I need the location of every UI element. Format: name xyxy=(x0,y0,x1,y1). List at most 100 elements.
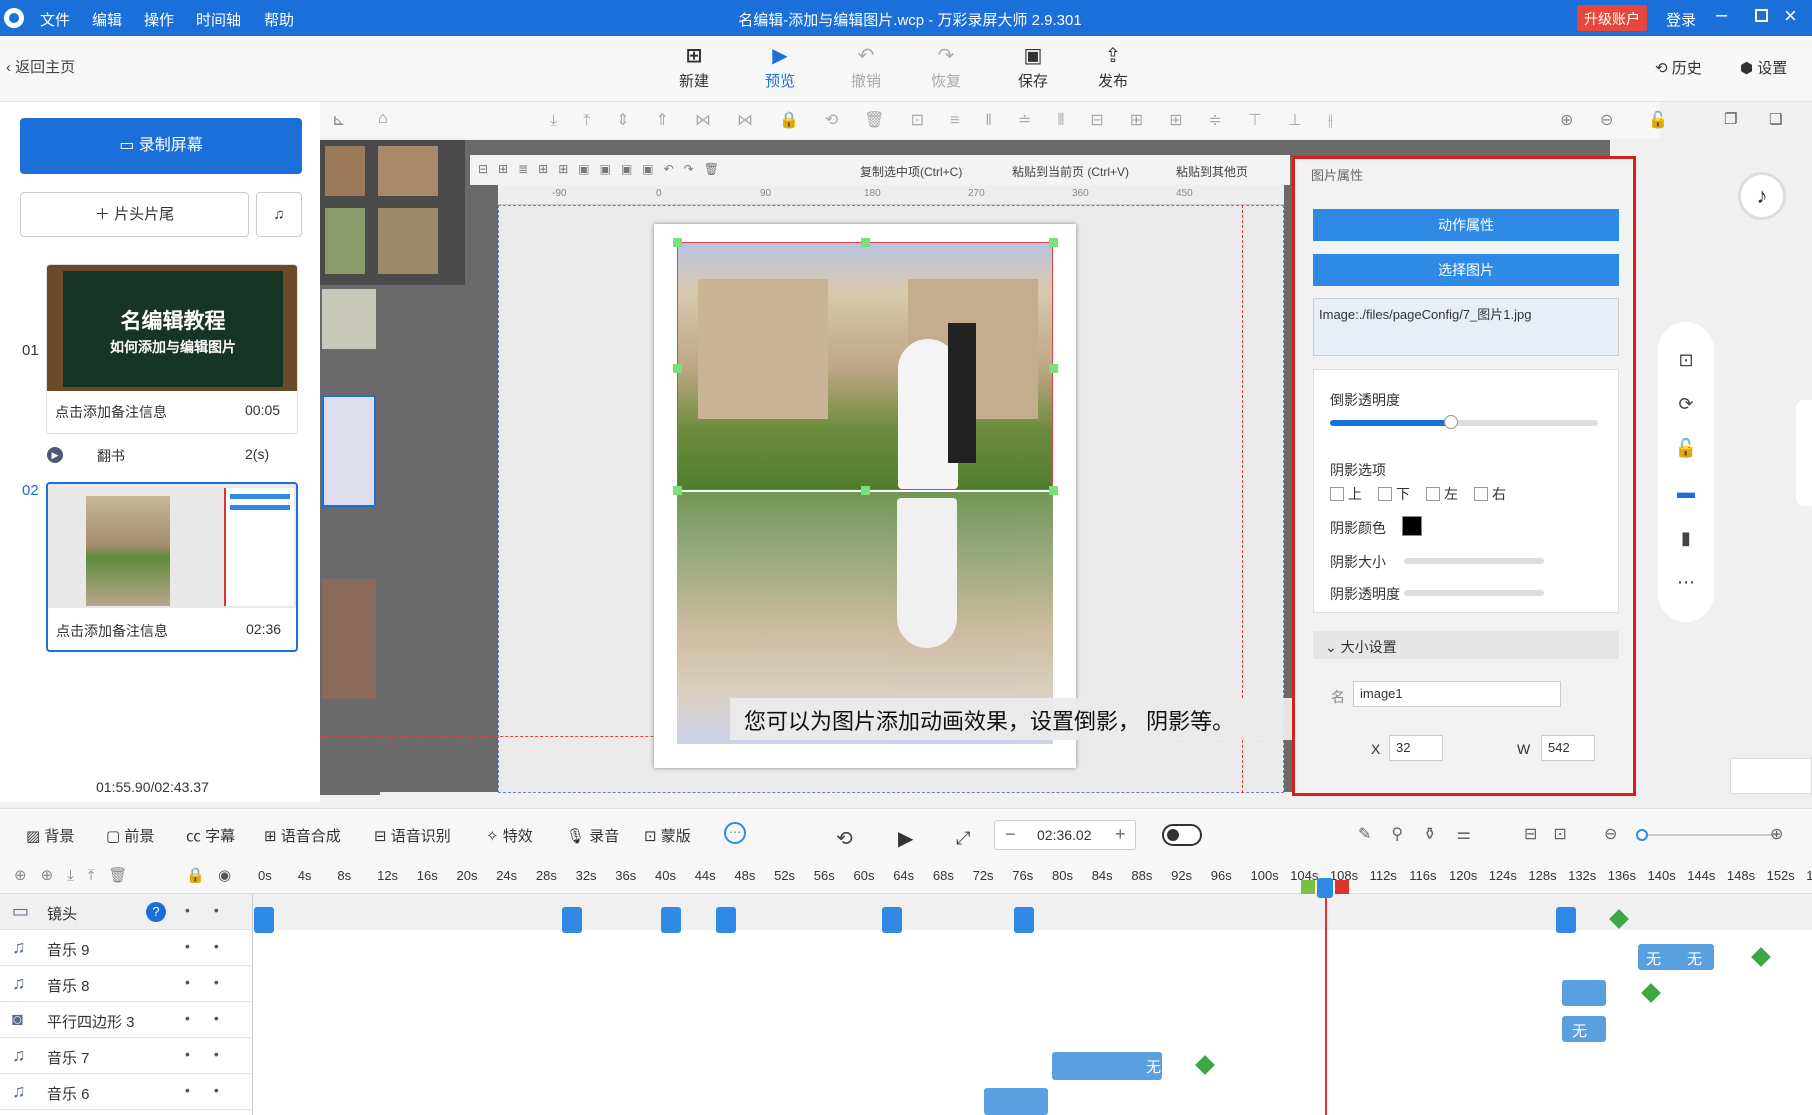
minimize-icon[interactable]: – xyxy=(1716,4,1727,27)
tts-tool[interactable]: ⊞ 语音合成 xyxy=(264,825,341,846)
fullscreen-icon[interactable]: ⤢ xyxy=(956,828,970,849)
shadow-color-swatch[interactable] xyxy=(1402,516,1422,536)
asr-tool[interactable]: ⊟ 语音识别 xyxy=(374,825,451,846)
track-toggles[interactable]: •• xyxy=(185,974,243,990)
w-input[interactable]: 542 xyxy=(1541,735,1595,761)
animation-properties-button[interactable]: 动作属性 xyxy=(1313,209,1619,241)
track-row[interactable]: ▭ 镜头 ••? xyxy=(0,894,252,930)
camera-keyframe[interactable] xyxy=(562,907,582,933)
size-settings-header[interactable]: ⌄ 大小设置 xyxy=(1313,631,1619,659)
track-toggles[interactable]: •• xyxy=(185,1046,243,1062)
background-tool[interactable]: ▨ 背景 xyxy=(26,825,74,846)
preview-thumbnail[interactable] xyxy=(1730,758,1812,794)
resize-handle[interactable] xyxy=(673,238,682,247)
mini-tools[interactable]: ⊟⊞≣⊞⊞▣▣▣▣↶↷🗑 xyxy=(478,162,729,176)
intro-outro-button[interactable]: ＋ 片头片尾 xyxy=(20,192,249,237)
plus-icon[interactable]: + xyxy=(1115,824,1126,845)
toggle-switch[interactable] xyxy=(1162,824,1202,846)
track-row[interactable]: ♫ 音乐 8 •• xyxy=(0,966,252,1002)
paste-current-button[interactable]: 粘贴到当前页 (Ctrl+V) xyxy=(1012,163,1129,180)
login-link[interactable]: 登录 xyxy=(1666,9,1696,30)
wedding-photo[interactable] xyxy=(677,242,1053,490)
ruler-icon[interactable]: ⊾ xyxy=(332,110,345,130)
timeline-view-tools[interactable]: ⊟⊡ xyxy=(1524,824,1583,844)
menu-operate[interactable]: 操作 xyxy=(144,9,174,30)
record-audio-tool[interactable]: 🎙 录音 xyxy=(566,825,619,846)
undo-button[interactable]: ↶ 撤销 xyxy=(836,44,896,91)
save-button[interactable]: ▣ 保存 xyxy=(1003,44,1063,91)
playhead-grip[interactable] xyxy=(1300,878,1349,898)
music7-clip[interactable]: 无 xyxy=(1052,1052,1162,1080)
transition-play-icon[interactable]: ▶ xyxy=(47,447,63,463)
reflect-opacity-slider[interactable] xyxy=(1330,415,1598,429)
resize-handle[interactable] xyxy=(673,364,682,373)
preview-button[interactable]: ▶ 预览 xyxy=(750,44,810,91)
zoom-out-timeline-icon[interactable]: ⊖ xyxy=(1604,824,1617,844)
menu-file[interactable]: 文件 xyxy=(40,9,70,30)
collapse-right-panel[interactable] xyxy=(1796,400,1812,506)
zoom-out-icon[interactable]: ⊖ xyxy=(1600,110,1613,130)
phone-icon[interactable]: ▮ xyxy=(1674,528,1698,549)
scene2-note[interactable]: 点击添加备注信息 xyxy=(56,621,168,641)
rotate-icon[interactable]: ⟳ xyxy=(1674,394,1698,415)
camera-keyframe[interactable] xyxy=(882,907,902,933)
maximize-icon[interactable] xyxy=(1755,9,1768,22)
lock-icon[interactable]: 🔓 xyxy=(1648,110,1668,130)
track-row[interactable]: ♫ 音乐 6 •• xyxy=(0,1074,252,1110)
parallelogram-clip[interactable]: 无 xyxy=(1562,1016,1606,1042)
track-toggles[interactable]: •• xyxy=(185,938,243,954)
track-tools[interactable]: ⊕⊕⤓⤒🗑 xyxy=(14,866,141,884)
track-row[interactable]: ♫ 音乐 7 •• xyxy=(0,1038,252,1074)
zoom-in-timeline-icon[interactable]: ⊕ xyxy=(1770,824,1783,844)
track-toggles[interactable]: •• xyxy=(185,1010,243,1026)
resize-handle[interactable] xyxy=(1049,238,1058,247)
select-image-button[interactable]: 选择图片 xyxy=(1313,254,1619,286)
camera-keyframe[interactable] xyxy=(1014,907,1034,933)
history-button[interactable]: ⟲ 历史 xyxy=(1655,57,1702,78)
foreground-tool[interactable]: ▢ 前景 xyxy=(106,825,154,846)
name-input[interactable]: image1 xyxy=(1353,681,1561,707)
subtitle-tool[interactable]: ㏄ 字幕 xyxy=(186,825,235,846)
upgrade-button[interactable]: 升级账户 xyxy=(1577,5,1647,31)
timeline-edit-tools[interactable]: ✎⚲⚱⚌ xyxy=(1358,824,1491,844)
crop-icon[interactable]: ⊡ xyxy=(1674,350,1698,371)
shadow-size-slider[interactable] xyxy=(1404,558,1544,564)
unlock-icon[interactable]: 🔓 xyxy=(1674,438,1698,459)
transition-name[interactable]: 翻书 xyxy=(97,446,125,466)
music6-clip[interactable] xyxy=(984,1088,1048,1115)
camera-keyframe[interactable] xyxy=(661,907,681,933)
zoom-in-icon[interactable]: ⊕ xyxy=(1560,110,1573,130)
more-icon[interactable]: ⋯ xyxy=(1674,572,1698,593)
shadow-top-checkbox[interactable]: 上 xyxy=(1330,484,1362,504)
camera-keyframe[interactable] xyxy=(716,907,736,933)
resize-handle[interactable] xyxy=(861,486,870,495)
timeline-play-icon[interactable]: ▶ xyxy=(898,826,913,851)
music-button[interactable]: ♫ xyxy=(256,192,302,237)
settings-button[interactable]: ⬢ 设置 xyxy=(1740,57,1787,78)
playhead[interactable] xyxy=(1324,880,1327,1115)
resize-handle[interactable] xyxy=(1049,364,1058,373)
scene-card-1[interactable]: 名编辑教程 如何添加与编辑图片 点击添加备注信息 00:05 xyxy=(46,264,298,434)
scene-card-2[interactable]: 点击添加备注信息 02:36 xyxy=(46,482,298,652)
image-path-field[interactable]: Image:./files/pageConfig/7_图片1.jpg xyxy=(1313,298,1619,356)
time-value[interactable]: 02:36.02 xyxy=(1037,827,1092,843)
paste-other-button[interactable]: 粘贴到其他页 xyxy=(1176,163,1248,180)
new-button[interactable]: ⊞ 新建 xyxy=(664,44,724,91)
effects-tool[interactable]: ✧ 特效 xyxy=(486,825,533,846)
scene1-note[interactable]: 点击添加备注信息 xyxy=(55,402,167,422)
screen-icon[interactable]: ▬ xyxy=(1674,482,1698,503)
shadow-bottom-checkbox[interactable]: 下 xyxy=(1378,484,1410,504)
paste-icon[interactable]: ❏ xyxy=(1769,110,1782,128)
camera-keyframe[interactable] xyxy=(1556,907,1576,933)
close-icon[interactable]: × xyxy=(1784,3,1797,29)
minus-icon[interactable]: − xyxy=(1005,824,1016,845)
background-music-button[interactable]: ♪ xyxy=(1738,172,1786,220)
time-stepper[interactable]: − 02:36.02 + xyxy=(994,820,1136,850)
record-screen-button[interactable]: ▭ 录制屏幕 xyxy=(20,118,302,174)
music8-clip[interactable] xyxy=(1562,980,1606,1006)
track-toggles[interactable]: •• xyxy=(185,902,243,918)
shadow-right-checkbox[interactable]: 右 xyxy=(1474,484,1506,504)
mask-tool[interactable]: ⊡ 蒙版 xyxy=(644,825,691,846)
x-input[interactable]: 32 xyxy=(1389,735,1443,761)
more-tools-icon[interactable]: ⋯ xyxy=(724,822,746,844)
